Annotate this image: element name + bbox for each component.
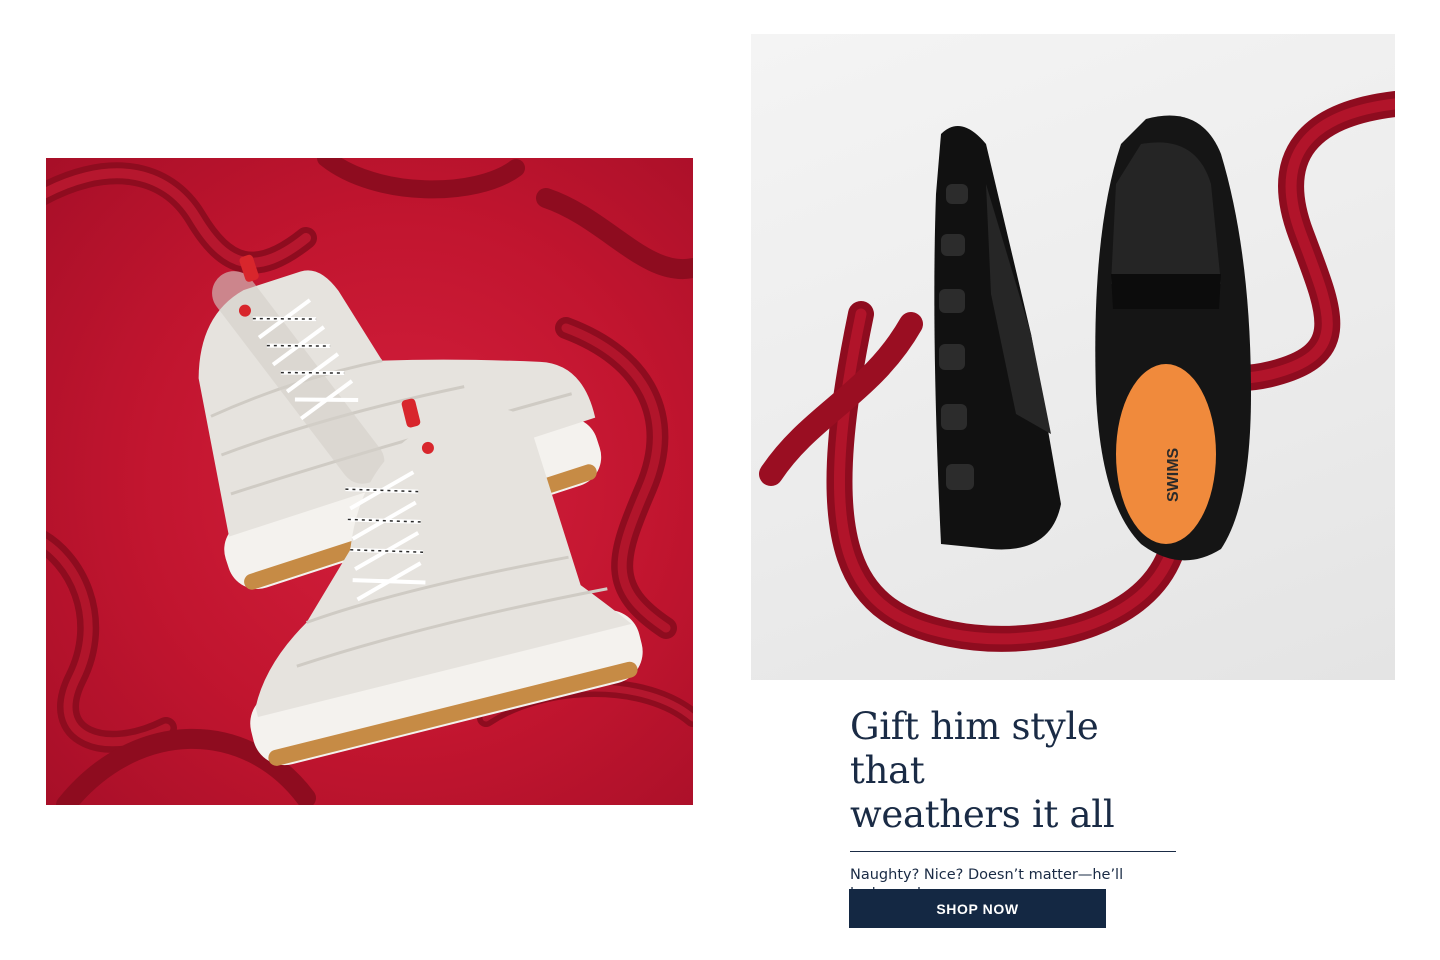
boots-product-image[interactable]	[46, 158, 693, 805]
loafers-illustration: SWIMS	[759, 91, 1395, 652]
headline-line-1: Gift him style that	[850, 705, 1099, 792]
sole-logo-text: SWIMS	[1165, 447, 1182, 502]
boots-illustration	[46, 158, 693, 805]
promo-page: SWIMS Gift him style that weathers it al…	[0, 0, 1440, 960]
shop-now-button[interactable]: SHOP NOW	[849, 889, 1106, 928]
headline-line-2: weathers it all	[850, 793, 1115, 836]
loafers-product-image[interactable]: SWIMS	[751, 34, 1395, 680]
promo-headline: Gift him style that weathers it all	[850, 705, 1180, 837]
promo-copy: Gift him style that weathers it all Naug…	[850, 705, 1180, 904]
headline-divider	[850, 851, 1176, 852]
